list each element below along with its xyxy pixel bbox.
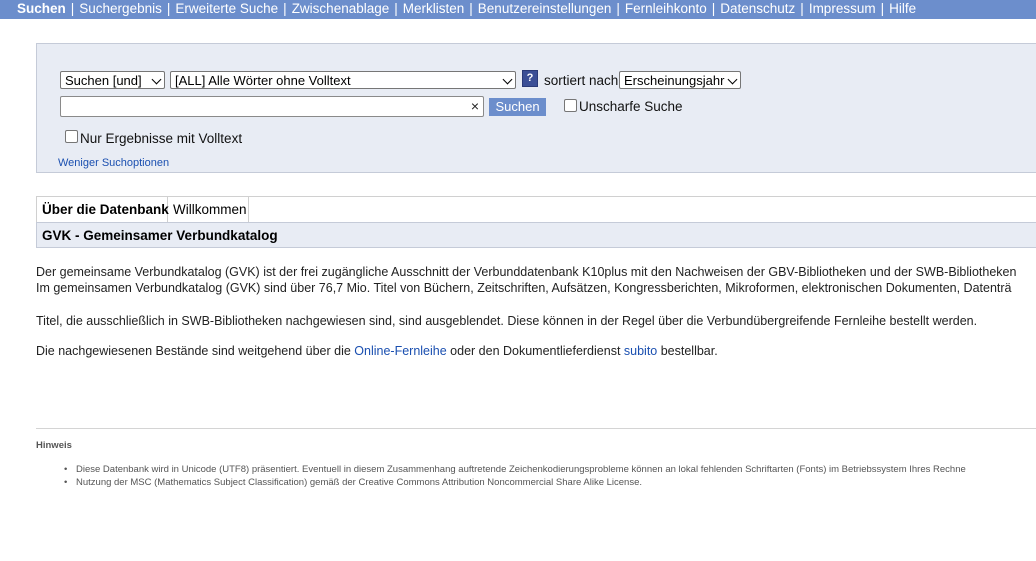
online-fernleihe-link[interactable]: Online-Fernleihe xyxy=(354,344,446,358)
search-input[interactable]: × xyxy=(60,96,484,117)
nav-item-datenschutz[interactable]: Datenschutz xyxy=(720,1,795,16)
nav-item-benutzereinstellungen[interactable]: Benutzereinstellungen xyxy=(478,1,612,16)
holdings-text-1: Die nachgewiesenen Bestände sind weitgeh… xyxy=(36,344,355,358)
footer-divider xyxy=(36,428,1036,429)
holdings-text-2: oder den Dokumentlieferdienst xyxy=(446,344,624,358)
info-tabs: Über die Datenbank Willkommen xyxy=(36,196,1036,223)
search-button[interactable]: Suchen xyxy=(489,98,546,116)
nav-separator: | xyxy=(166,1,171,16)
nav-items: Suchen | Suchergebnis | Erweiterte Suche | Zwi… xyxy=(17,0,916,17)
nav-item-erweiterte-suche[interactable]: Erweiterte Suche xyxy=(175,1,278,16)
nav-separator: | xyxy=(70,1,75,16)
intro-paragraph: Der gemeinsame Verbundkatalog (GVK) ist … xyxy=(36,264,1016,296)
nav-separator: | xyxy=(394,1,398,16)
nav-item-suchergebnis[interactable]: Suchergebnis xyxy=(79,1,162,16)
nav-separator: | xyxy=(469,1,473,16)
subito-link[interactable]: subito xyxy=(624,344,657,358)
help-icon[interactable]: ? xyxy=(522,70,538,87)
chevron-down-icon xyxy=(727,74,738,85)
chevron-down-icon xyxy=(502,74,513,85)
fulltext-only-label: Nur Ergebnisse mit Volltext xyxy=(80,131,243,146)
nav-item-fernleihkonto[interactable]: Fernleihkonto xyxy=(625,1,707,16)
sort-select-value: Erscheinungsjahr xyxy=(624,73,725,88)
fuzzy-search-checkbox[interactable] xyxy=(564,99,577,112)
operator-select-value: Suchen [und] xyxy=(65,73,142,88)
intro-line-1: Der gemeinsame Verbundkatalog (GVK) ist … xyxy=(36,265,1017,279)
bullet-icon: • xyxy=(64,464,68,475)
search-panel: Suchen [und] [ALL] Alle Wörter ohne Voll… xyxy=(36,43,1036,173)
fuzzy-search-label: Unscharfe Suche xyxy=(579,99,683,114)
swb-paragraph: Titel, die ausschließlich in SWB-Bibliot… xyxy=(36,314,978,328)
chevron-down-icon xyxy=(151,74,162,85)
footer-note: • Nutzung der MSC (Mathematics Subject C… xyxy=(64,476,966,489)
section-title: GVK - Gemeinsamer Verbundkatalog xyxy=(36,222,1036,248)
nav-separator: | xyxy=(711,1,716,16)
footer-note-text: Nutzung der MSC (Mathematics Subject Cla… xyxy=(76,477,643,488)
nav-item-zwischenablage[interactable]: Zwischenablage xyxy=(292,1,390,16)
tab-willkommen[interactable]: Willkommen xyxy=(168,197,249,222)
intro-line-2: Im gemeinsamen Verbundkatalog (GVK) sind… xyxy=(36,281,1012,295)
nav-separator: | xyxy=(616,1,620,16)
sort-select[interactable]: Erscheinungsjahr xyxy=(619,71,741,89)
fulltext-only-checkbox[interactable] xyxy=(65,130,78,143)
nav-item-merklisten[interactable]: Merklisten xyxy=(403,1,465,16)
footer-notes: • Diese Datenbank wird in Unicode (UTF8)… xyxy=(64,463,966,489)
footer-heading: Hinweis xyxy=(36,440,72,451)
nav-separator: | xyxy=(283,1,287,16)
tab-ueber-die-datenbank[interactable]: Über die Datenbank xyxy=(37,197,169,222)
nav-item-hilfe[interactable]: Hilfe xyxy=(889,1,916,16)
footer-note: • Diese Datenbank wird in Unicode (UTF8)… xyxy=(64,463,966,476)
nav-separator: | xyxy=(800,1,804,16)
nav-item-suchen[interactable]: Suchen xyxy=(17,1,66,16)
footer-note-text: Diese Datenbank wird in Unicode (UTF8) p… xyxy=(76,464,966,475)
clear-icon[interactable]: × xyxy=(471,98,479,115)
holdings-text-3: bestellbar. xyxy=(657,344,718,358)
holdings-paragraph: Die nachgewiesenen Bestände sind weitgeh… xyxy=(36,343,718,359)
operator-select[interactable]: Suchen [und] xyxy=(60,71,165,89)
top-navigation: Suchen | Suchergebnis | Erweiterte Suche | Zwi… xyxy=(0,0,1036,19)
bullet-icon: • xyxy=(64,477,68,488)
search-field-select-value: [ALL] Alle Wörter ohne Volltext xyxy=(175,73,351,88)
nav-item-impressum[interactable]: Impressum xyxy=(809,1,876,16)
fewer-options-link[interactable]: Weniger Suchoptionen xyxy=(58,157,169,169)
search-field-select[interactable]: [ALL] Alle Wörter ohne Volltext xyxy=(170,71,516,89)
nav-separator: | xyxy=(880,1,885,16)
sort-label: sortiert nach xyxy=(544,73,619,88)
